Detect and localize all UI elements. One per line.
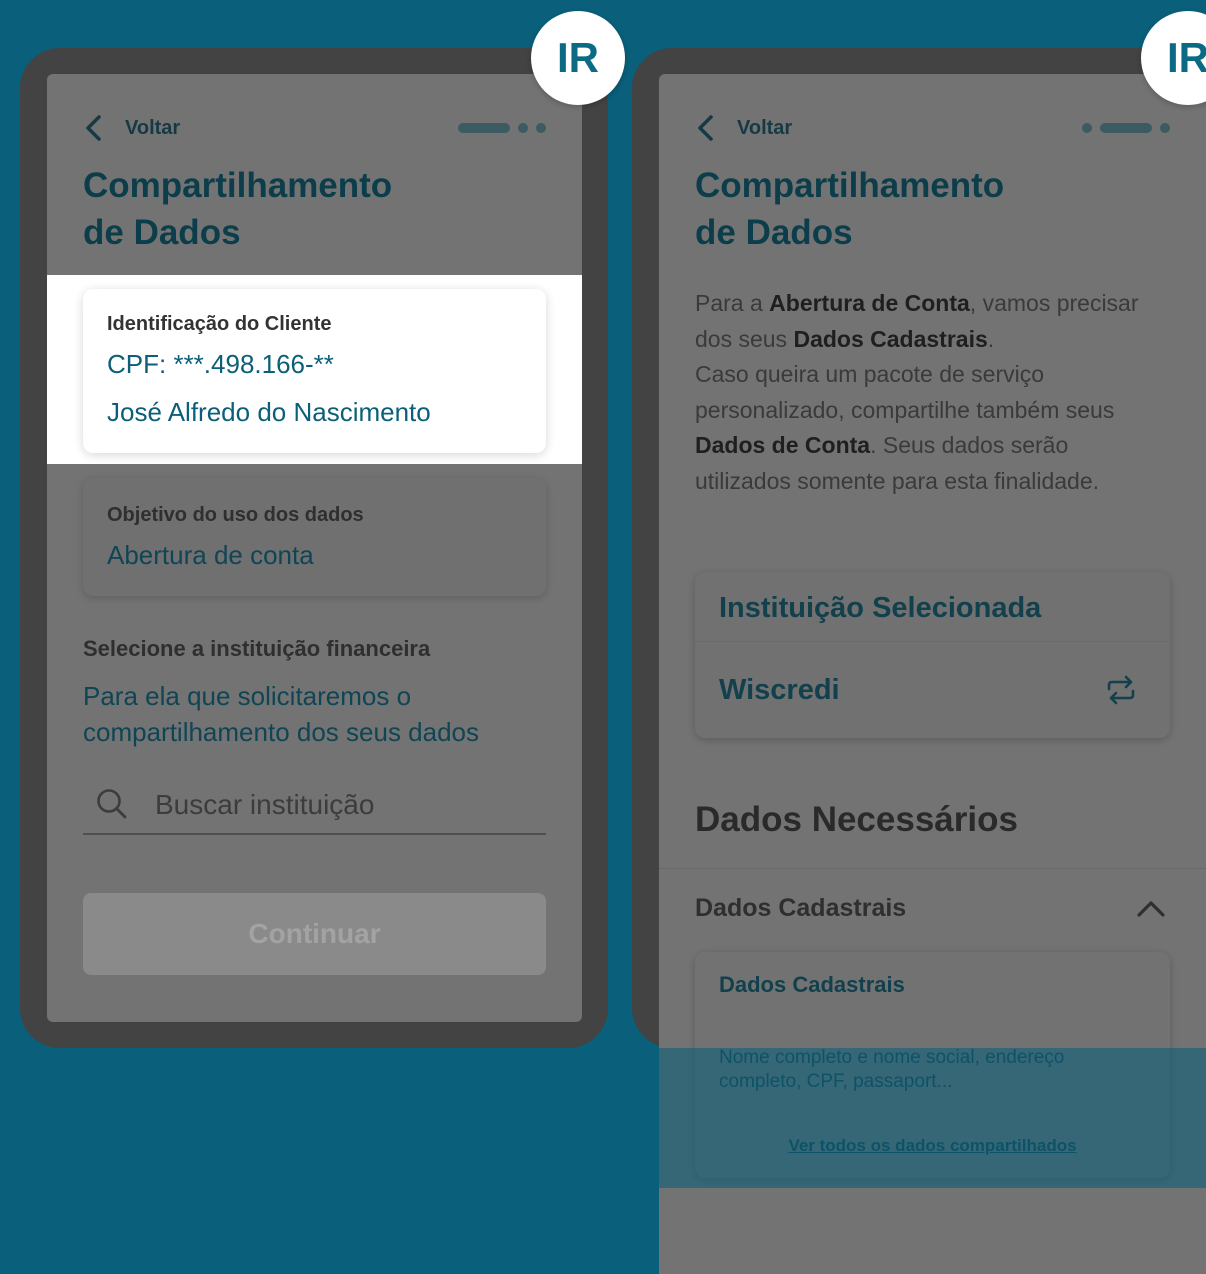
data-purpose-card: Objetivo do uso dos dados Abertura de co…: [83, 478, 546, 596]
page-title: Compartilhamento de Dados: [83, 162, 392, 256]
accordion-header-registration-data[interactable]: Dados Cadastrais: [695, 894, 906, 923]
step-dot: [1082, 123, 1092, 133]
screen-required-data: Voltar Compartilhamento de Dados Para a …: [659, 74, 1206, 1274]
page-title-line1: Compartilhamento: [83, 166, 393, 205]
registration-data-card: Dados Cadastrais Nome completo e nome so…: [695, 952, 1170, 1178]
screen-institution-selection: Voltar Compartilhamento de Dados Identif…: [47, 74, 582, 1022]
step-dot: [1160, 123, 1170, 133]
selected-institution-name: Wiscredi: [719, 674, 840, 706]
swap-icon[interactable]: [1106, 674, 1136, 706]
chevron-left-icon[interactable]: [695, 114, 715, 142]
step-indicator: [458, 123, 546, 133]
intro-bold-account-data: Dados de Conta: [695, 432, 871, 458]
ir-badge: IR: [531, 11, 625, 105]
intro-text: Caso queira um pacote de serviço persona…: [695, 361, 1115, 423]
card-divider: [695, 641, 1170, 642]
purpose-label: Objetivo do uso dos dados: [107, 504, 364, 526]
client-name: José Alfredo do Nascimento: [107, 397, 431, 427]
purpose-value: Abertura de conta: [107, 540, 314, 570]
chevron-left-icon[interactable]: [83, 114, 103, 142]
step-dot: [536, 123, 546, 133]
step-dot-active: [1100, 123, 1152, 133]
select-institution-subtitle: Para ela que solicitaremos o compartilha…: [83, 681, 480, 747]
intro-bold-registration-data: Dados Cadastrais: [793, 325, 988, 352]
continue-button[interactable]: Continuar: [83, 893, 546, 975]
intro-text: .: [987, 325, 995, 352]
client-cpf: CPF: ***.498.166-**: [107, 349, 334, 379]
intro-text: Para a: [695, 290, 770, 316]
chevron-up-icon[interactable]: [1136, 898, 1166, 918]
step-dot-active: [458, 123, 510, 133]
selected-institution-card: Instituição Selecionada Wiscredi: [695, 572, 1170, 738]
search-input[interactable]: [153, 785, 517, 825]
required-data-title: Dados Necessários: [695, 800, 1018, 839]
back-button[interactable]: Voltar: [737, 117, 792, 140]
step-dot: [518, 123, 528, 133]
phone-frame-right: Voltar Compartilhamento de Dados Para a …: [632, 48, 1206, 1274]
client-card-label: Identificação do Cliente: [107, 313, 332, 335]
back-button[interactable]: Voltar: [125, 117, 180, 140]
search-field[interactable]: [83, 781, 546, 835]
top-bar: Voltar: [695, 114, 1170, 142]
page-title-line2: de Dados: [695, 213, 853, 252]
client-identification-card: Identificação do Cliente CPF: ***.498.16…: [83, 289, 546, 453]
page-title-line2: de Dados: [83, 213, 241, 252]
select-institution-title: Selecione a instituição financeira: [83, 636, 431, 661]
selected-institution-title: Instituição Selecionada: [719, 592, 1042, 624]
top-bar: Voltar: [83, 114, 546, 142]
highlight-band: Identificação do Cliente CPF: ***.498.16…: [47, 275, 582, 464]
phone-frame-left: Voltar Compartilhamento de Dados Identif…: [20, 48, 608, 1048]
view-all-shared-data-link[interactable]: Ver todos os dados compartilhados: [695, 1136, 1170, 1156]
step-indicator: [1082, 123, 1170, 133]
page-title-line1: Compartilhamento: [695, 166, 1005, 205]
intro-paragraph: Para a Abertura de Conta, vamos precisar…: [695, 286, 1145, 499]
section-divider: [659, 868, 1206, 869]
page-title: Compartilhamento de Dados: [695, 162, 1004, 256]
intro-bold-account-opening: Abertura de Conta: [769, 290, 970, 316]
registration-data-card-title: Dados Cadastrais: [719, 972, 905, 997]
search-icon: [97, 789, 127, 819]
registration-data-description: Nome completo e nome social, endereço co…: [719, 1047, 1065, 1092]
